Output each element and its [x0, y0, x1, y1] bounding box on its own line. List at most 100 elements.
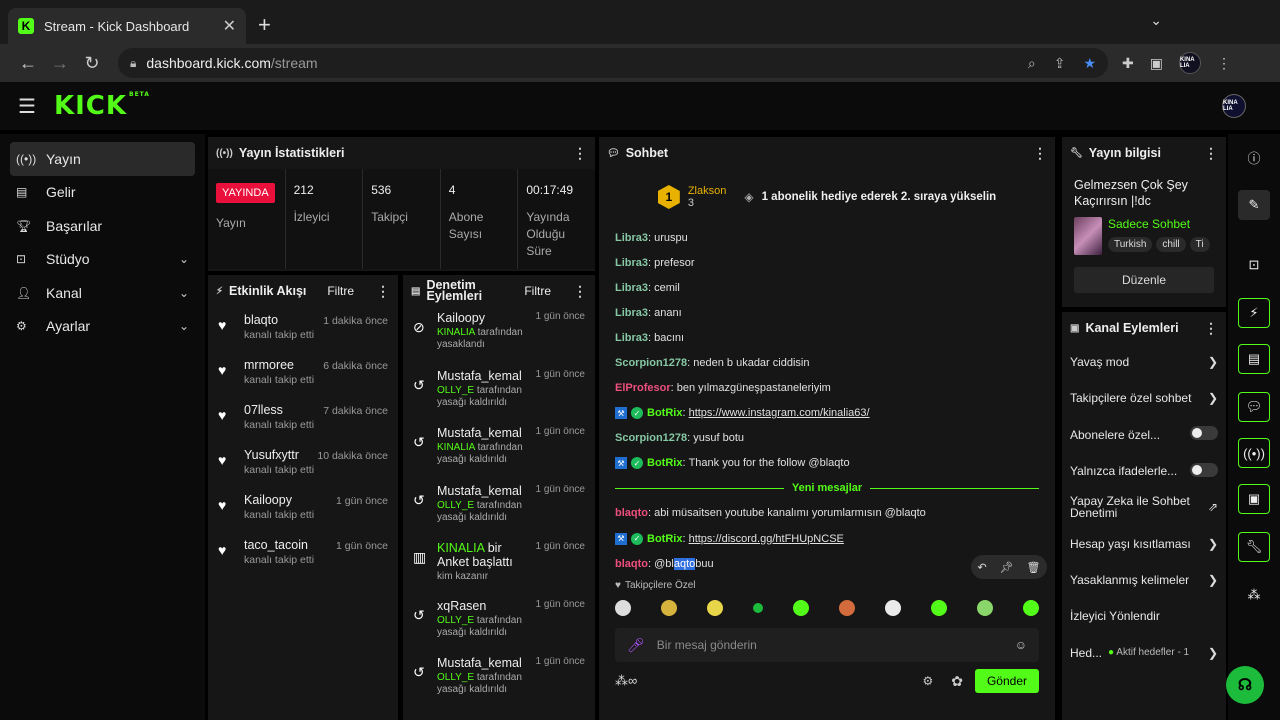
mod-target[interactable]: Mustafa_kemal [437, 369, 529, 383]
chat-user[interactable]: blaqto [615, 558, 648, 570]
channel-icon[interactable]: ▣ [1238, 484, 1270, 514]
document-icon[interactable]: ▤ [1238, 344, 1270, 374]
chat-message[interactable]: ⚒ ✓ BotRix: Thank you for the follow @blaq… [615, 451, 1039, 476]
target-icon[interactable]: ⊡ [1238, 250, 1270, 280]
forward-icon[interactable]: → [44, 53, 76, 74]
activity-user[interactable]: Yusufxyttr [244, 448, 317, 462]
kick-logo[interactable]: KICK BETA [54, 91, 150, 121]
chat-message[interactable]: Libra3: bacını [615, 325, 1039, 350]
help-chat-icon[interactable]: ☊ [1226, 666, 1264, 704]
emoji-icon[interactable]: ☺ [1015, 638, 1027, 652]
chat-message[interactable]: Libra3: cemil [615, 275, 1039, 300]
chat-user[interactable]: ElProfesor [615, 382, 671, 394]
emote-icon[interactable] [977, 600, 993, 617]
mod-actor[interactable]: OLLY_E [437, 500, 474, 511]
chat-icon[interactable]: 💬︎ [1238, 392, 1270, 422]
close-tab-icon[interactable]: ✕ [223, 16, 236, 36]
edit-pencil-icon[interactable]: ✎ [1238, 190, 1270, 220]
category-name[interactable]: Sadece Sohbet [1108, 217, 1210, 231]
emote-icon[interactable] [839, 600, 855, 617]
activity-user[interactable]: mrmoree [244, 358, 323, 372]
chat-message[interactable]: Scorpion1278: yusuf botu [615, 426, 1039, 451]
sidebar-item-gelir[interactable]: ▤ Gelir [10, 176, 195, 210]
kebab-menu-icon[interactable]: ⋮ [376, 283, 390, 300]
chat-user[interactable]: Libra3 [615, 282, 648, 294]
emote-icon[interactable] [615, 600, 631, 617]
emote-only-toggle[interactable] [1190, 462, 1218, 477]
slow-mode-row[interactable]: Yavaş mod ❯ [1062, 344, 1226, 380]
tab-search-chevron-icon[interactable]: ⌄ [1150, 12, 1162, 29]
emote-icon[interactable] [931, 600, 947, 617]
chat-user[interactable]: Scorpion1278 [615, 357, 687, 369]
kebab-menu-icon[interactable]: ⋮ [1204, 145, 1218, 162]
emote-icon[interactable] [793, 600, 809, 617]
raid-row[interactable]: İzleyici Yönlendir [1062, 598, 1226, 634]
profile-avatar[interactable]: KINA LIA [1178, 52, 1201, 74]
kebab-menu-icon[interactable]: ⋮ [573, 145, 587, 162]
chat-message[interactable]: ⚒ ✓ BotRix: https://discord.gg/htFHUpNCSE [615, 526, 1039, 551]
send-button[interactable]: Gönder [974, 669, 1039, 694]
mod-actor[interactable]: OLLY_E [437, 672, 474, 683]
bolt-icon[interactable]: ⚡︎ [1238, 298, 1270, 328]
chevron-down-icon[interactable]: ⌄ [179, 286, 189, 300]
activity-user[interactable]: Kailoopy [244, 493, 336, 507]
goals-row[interactable]: Hed... ● Aktif hedefler - 1 ❯ [1062, 634, 1226, 670]
chat-message[interactable]: Scorpion1278: neden b ukadar ciddisin [615, 350, 1039, 375]
chat-message[interactable]: Libra3: uruspu [615, 225, 1039, 250]
chat-input[interactable]: 🎤︎ Bir mesaj gönderin ☺ [615, 628, 1039, 663]
sidebar-item-studyo[interactable]: ⊡ Stüdyo ⌄ [10, 243, 195, 277]
giveaway-icon[interactable]: ✿ [951, 673, 963, 690]
bookmark-star-icon[interactable]: ★ [1083, 55, 1096, 72]
mod-actor[interactable]: KINALIA [437, 442, 475, 453]
emote-icon[interactable] [661, 600, 677, 617]
chevron-down-icon[interactable]: ⌄ [179, 252, 189, 266]
subscriber-only-toggle[interactable] [1190, 426, 1218, 441]
browser-menu-icon[interactable]: ⋮ [1217, 55, 1231, 72]
activity-user[interactable]: 07lless [244, 403, 323, 417]
mod-target[interactable]: Kailoopy [437, 311, 529, 325]
filter-button[interactable]: Filtre [327, 284, 354, 298]
emote-icon[interactable] [885, 600, 901, 617]
mod-actor[interactable]: OLLY_E [437, 615, 474, 626]
sidebar-item-yayin[interactable]: ((•)) Yayın [10, 142, 195, 176]
chat-user[interactable]: BotRix [647, 533, 682, 545]
mod-actor[interactable]: KINALIA [437, 541, 484, 555]
sidebar-item-ayarlar[interactable]: ⚙ Ayarlar ⌄ [10, 310, 195, 344]
emote-icon[interactable] [707, 600, 723, 617]
emote-icon[interactable] [753, 603, 763, 614]
edit-button[interactable]: Düzenle [1074, 267, 1214, 293]
chat-user[interactable]: BotRix [647, 407, 682, 419]
info-icon[interactable]: ⓘ [1238, 142, 1270, 172]
mod-target[interactable]: Mustafa_kemal [437, 656, 529, 670]
mod-actor[interactable]: KINALIA [437, 327, 475, 338]
wrench-icon[interactable]: 🔧︎ [1238, 532, 1270, 562]
trash-icon[interactable]: 🗑︎ [1027, 561, 1041, 574]
filter-button[interactable]: Filtre [524, 284, 551, 298]
share-icon[interactable]: ⇪ [1054, 55, 1066, 72]
chevron-down-icon[interactable]: ⌄ [179, 319, 189, 333]
chat-user[interactable]: Libra3 [615, 307, 648, 319]
more-widgets-icon[interactable]: ⁂ [1238, 580, 1270, 610]
mod-actor[interactable]: OLLY_E [437, 385, 474, 396]
chat-user[interactable]: BotRix [647, 457, 682, 469]
activity-user[interactable]: blaqto [244, 313, 323, 327]
chat-message[interactable]: ElProfesor: ben yılmazgüneşpastaneleriyi… [615, 376, 1039, 401]
chat-settings-icon[interactable]: ⚙ [922, 674, 933, 688]
chat-message[interactable]: Libra3: ananı [615, 300, 1039, 325]
back-icon[interactable]: ← [12, 53, 44, 74]
mod-target[interactable]: Mustafa_kemal [437, 426, 529, 440]
activity-user[interactable]: taco_tacoin [244, 538, 336, 552]
chat-link[interactable]: https://www.instagram.com/kinalia63/ [689, 407, 870, 419]
chat-message[interactable]: Libra3: prefesor [615, 250, 1039, 275]
follower-only-row[interactable]: Takipçilere özel sohbet ❯ [1062, 380, 1226, 416]
ai-moderation-row[interactable]: Yapay Zeka ile Sohbet Denetimi ⇗ [1062, 489, 1226, 525]
chat-user[interactable]: Scorpion1278 [615, 432, 687, 444]
reload-icon[interactable]: ↻ [76, 53, 108, 74]
emote-icon[interactable] [1023, 600, 1039, 617]
user-avatar[interactable]: KINA LIA [1222, 94, 1246, 118]
channel-points-icon[interactable]: ⁂∞ [615, 673, 637, 689]
extensions-icon[interactable]: ✚ [1122, 55, 1134, 72]
sidebar-item-basarilar[interactable]: 🏆︎ Başarılar [10, 209, 195, 243]
kebab-menu-icon[interactable]: ⋮ [1033, 145, 1047, 162]
kebab-menu-icon[interactable]: ⋮ [573, 283, 587, 300]
